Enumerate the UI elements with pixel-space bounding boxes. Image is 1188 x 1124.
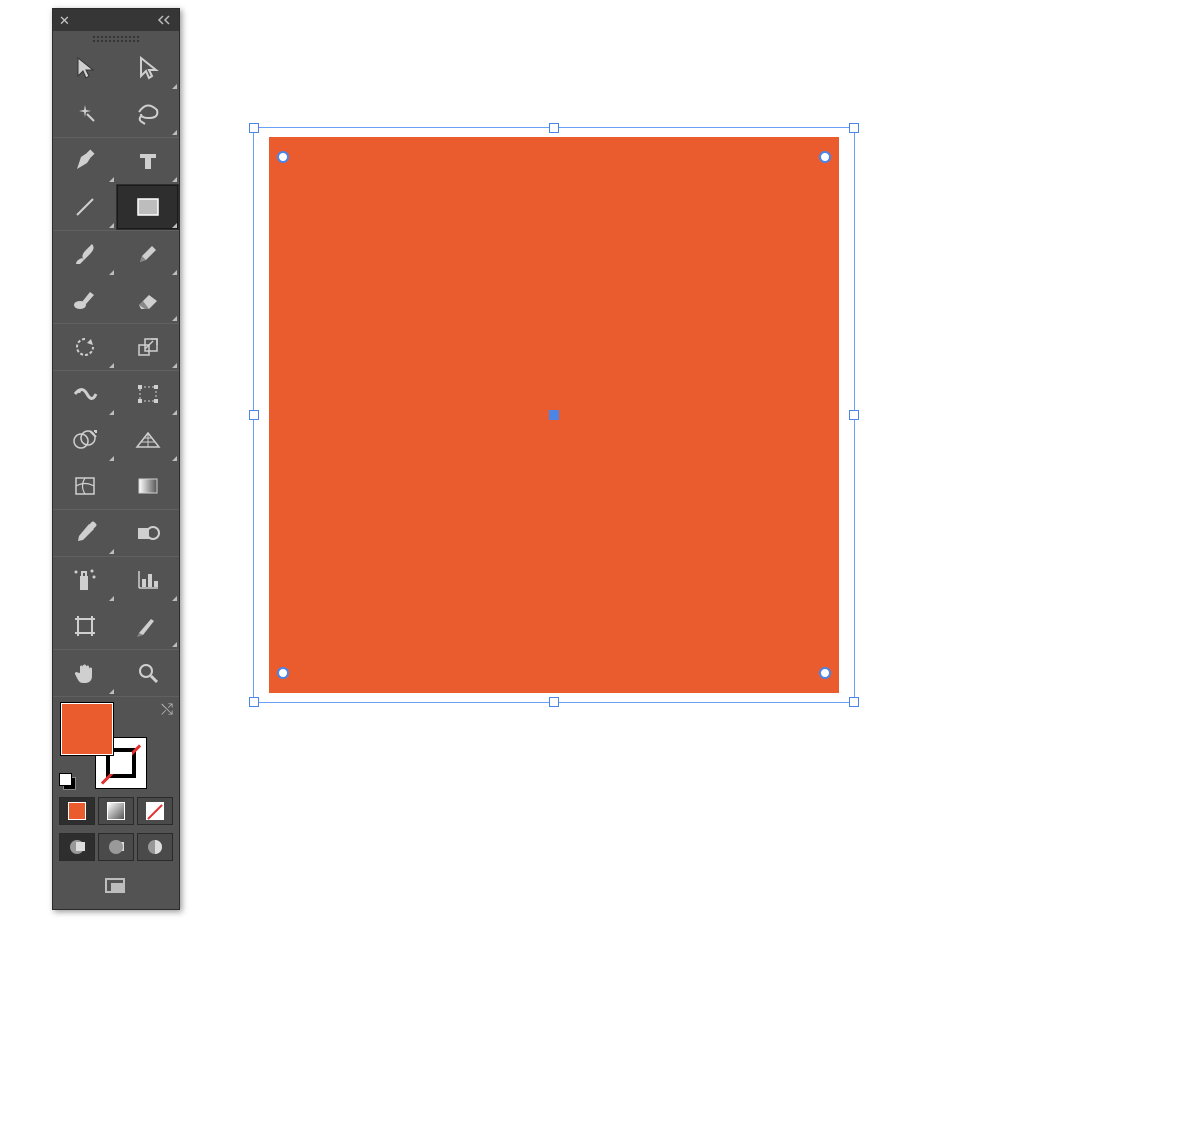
swap-fill-stroke-icon[interactable]: ⤭ (161, 701, 173, 718)
paintbrush-tool[interactable] (53, 231, 116, 277)
close-icon[interactable]: ✕ (59, 14, 70, 27)
flyout-triangle-icon (172, 363, 177, 368)
screen-mode-button[interactable] (95, 871, 137, 901)
flyout-triangle-icon (172, 223, 177, 228)
shape-builder-tool[interactable] (53, 417, 116, 463)
flyout-triangle-icon (172, 456, 177, 461)
draw-behind-button[interactable] (98, 833, 134, 861)
tools-panel: ✕ ⤭ (52, 8, 180, 910)
eyedropper-tool[interactable] (53, 510, 116, 556)
flyout-triangle-icon (172, 177, 177, 182)
pencil-tool[interactable] (116, 231, 179, 277)
column-graph-tool[interactable] (116, 557, 179, 603)
resize-handle-tr[interactable] (849, 123, 859, 133)
eraser-tool[interactable] (116, 277, 179, 323)
draw-normal-button[interactable] (59, 833, 95, 861)
blend-tool[interactable] (116, 510, 179, 556)
flyout-triangle-icon (109, 363, 114, 368)
width-tool[interactable] (53, 371, 116, 417)
flyout-triangle-icon (172, 596, 177, 601)
hand-tool[interactable] (53, 650, 116, 696)
blob-brush-tool[interactable] (53, 277, 116, 323)
scale-tool[interactable] (116, 324, 179, 370)
draw-inside-button[interactable] (137, 833, 173, 861)
magic-wand-tool[interactable] (53, 91, 116, 137)
none-mode-button[interactable] (137, 797, 173, 825)
zoom-tool[interactable] (116, 650, 179, 696)
perspective-grid-tool[interactable] (116, 417, 179, 463)
default-fill-stroke-icon[interactable] (59, 773, 77, 791)
selection-tool[interactable] (53, 45, 116, 91)
canvas-artwork[interactable] (247, 121, 861, 709)
resize-handle-tm[interactable] (549, 123, 559, 133)
fill-stroke-swatch: ⤭ (53, 697, 179, 793)
draw-mode-row (53, 829, 179, 865)
flyout-triangle-icon (172, 130, 177, 135)
mesh-tool[interactable] (53, 463, 116, 509)
resize-handle-br[interactable] (849, 697, 859, 707)
corner-widget-tr[interactable] (819, 151, 831, 163)
flyout-triangle-icon (109, 177, 114, 182)
rotate-tool[interactable] (53, 324, 116, 370)
pen-tool[interactable] (53, 138, 116, 184)
rectangle-tool[interactable] (116, 184, 179, 230)
flyout-triangle-icon (109, 689, 114, 694)
flyout-triangle-icon (172, 642, 177, 647)
collapse-icon[interactable] (157, 15, 173, 25)
color-mode-button[interactable] (59, 797, 95, 825)
flyout-triangle-icon (172, 270, 177, 275)
resize-handle-tl[interactable] (249, 123, 259, 133)
corner-widget-bl[interactable] (277, 667, 289, 679)
flyout-triangle-icon (109, 410, 114, 415)
resize-handle-bm[interactable] (549, 697, 559, 707)
center-point-icon[interactable] (549, 410, 559, 420)
resize-handle-ml[interactable] (249, 410, 259, 420)
corner-widget-tl[interactable] (277, 151, 289, 163)
resize-handle-mr[interactable] (849, 410, 859, 420)
panel-grip[interactable] (53, 31, 179, 45)
free-transform-tool[interactable] (116, 371, 179, 417)
corner-widget-br[interactable] (819, 667, 831, 679)
flyout-triangle-icon (109, 223, 114, 228)
gradient-mode-button[interactable] (98, 797, 134, 825)
artboard-tool[interactable] (53, 603, 116, 649)
direct-selection-tool[interactable] (116, 45, 179, 91)
flyout-triangle-icon (109, 456, 114, 461)
fill-mode-row (53, 793, 179, 829)
symbol-sprayer-tool[interactable] (53, 557, 116, 603)
flyout-triangle-icon (172, 410, 177, 415)
line-segment-tool[interactable] (53, 184, 116, 230)
flyout-triangle-icon (172, 316, 177, 321)
resize-handle-bl[interactable] (249, 697, 259, 707)
gradient-tool[interactable] (116, 463, 179, 509)
flyout-triangle-icon (109, 596, 114, 601)
fill-swatch[interactable] (61, 703, 113, 755)
lasso-tool[interactable] (116, 91, 179, 137)
flyout-triangle-icon (109, 270, 114, 275)
slice-tool[interactable] (116, 603, 179, 649)
flyout-triangle-icon (172, 84, 177, 89)
type-tool[interactable] (116, 138, 179, 184)
flyout-triangle-icon (109, 549, 114, 554)
panel-tab-bar[interactable]: ✕ (53, 9, 179, 31)
